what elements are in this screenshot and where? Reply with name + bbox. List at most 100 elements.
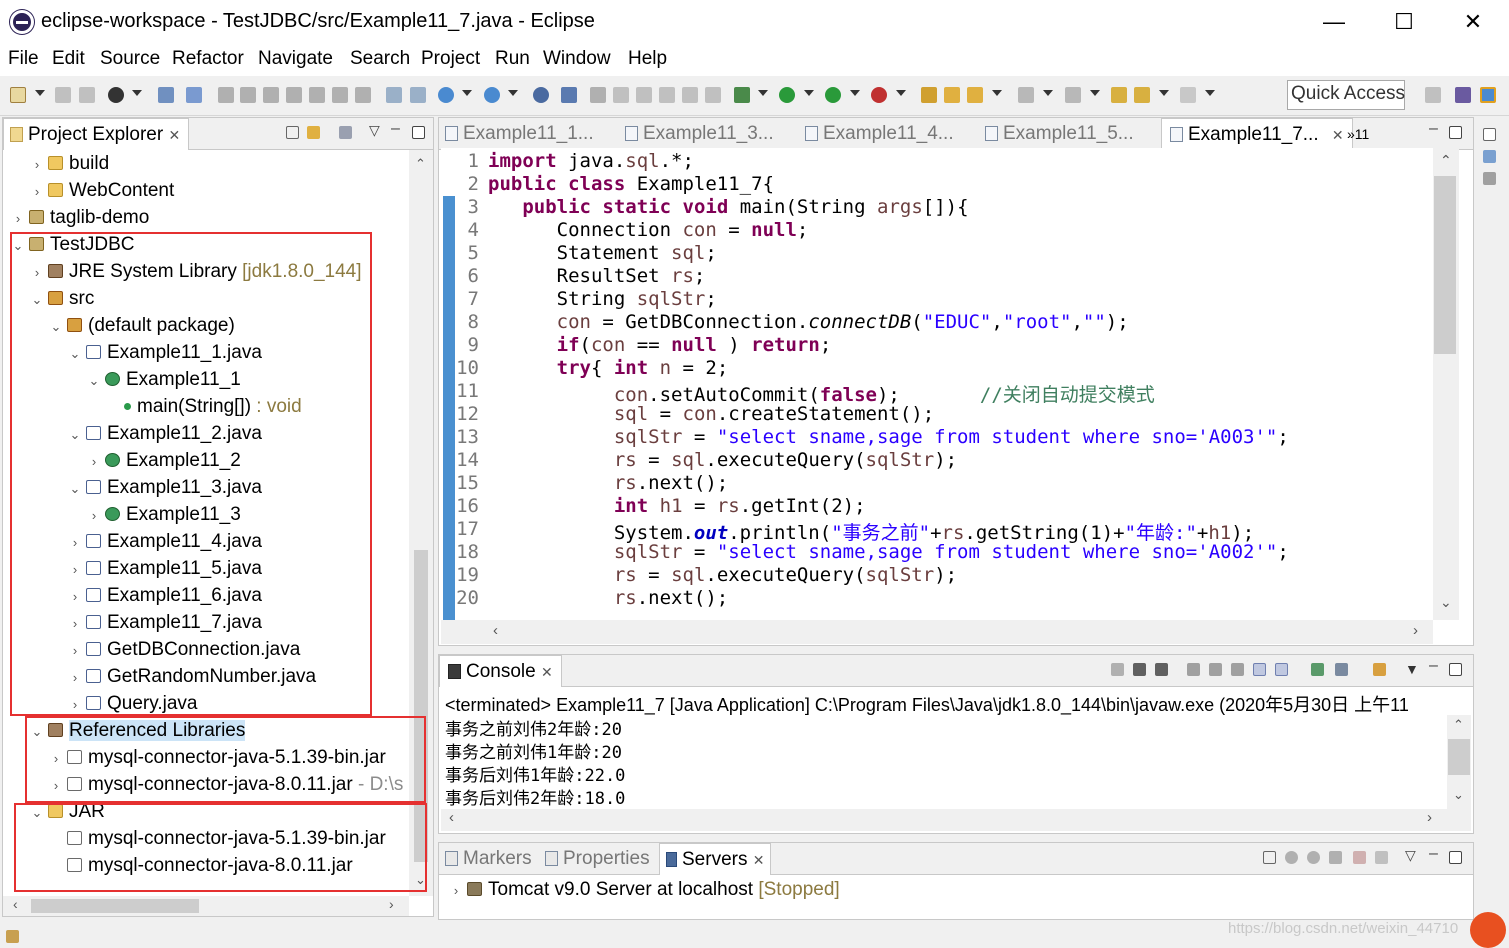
close-button[interactable]: ✕ [1453, 8, 1493, 36]
chevron-left-icon[interactable]: ‹ [493, 622, 498, 639]
code-line[interactable]: public static void main(String args[]){ [488, 196, 968, 218]
start-server-icon[interactable] [1307, 851, 1320, 864]
scroll-thumb[interactable] [31, 899, 199, 913]
editor-vertical-scrollbar[interactable]: ⌃ ⌄ [1433, 148, 1459, 620]
code-line[interactable]: rs.next(); [488, 472, 728, 494]
tree-item[interactable]: › WebContent [30, 177, 174, 204]
drop-to-frame-icon[interactable] [410, 87, 426, 103]
chevron-down-icon[interactable] [992, 90, 1002, 96]
server-row[interactable]: › Tomcat v9.0 Server at localhost [Stoppe… [449, 879, 840, 901]
menu-file[interactable]: File [8, 48, 39, 70]
minimize-button[interactable]: — [1314, 8, 1354, 36]
show-whitespace-icon[interactable] [682, 87, 698, 103]
tree-horizontal-scrollbar[interactable]: ‹ › [3, 896, 409, 916]
save-icon[interactable] [55, 87, 71, 103]
view-menu-icon[interactable]: ▽ [369, 122, 380, 139]
sogou-ime-icon[interactable] [1470, 912, 1506, 948]
tab-example11-5[interactable]: Example11_5... [985, 118, 1134, 150]
minimize-view-icon[interactable]: – [391, 120, 400, 138]
outline-icon[interactable] [1483, 150, 1496, 163]
show-stderr-icon[interactable] [1275, 663, 1288, 676]
chevron-down-icon[interactable] [1159, 90, 1169, 96]
code-line[interactable]: import java.sql.*; [488, 150, 694, 172]
minimize-view-icon[interactable]: – [1429, 120, 1438, 138]
scroll-thumb[interactable] [1448, 739, 1470, 775]
tab-example11-3[interactable]: Example11_3... [625, 118, 774, 150]
chevron-right-icon[interactable]: › [30, 151, 44, 178]
code-line[interactable]: rs = sql.executeQuery(sqlStr); [488, 449, 957, 471]
chevron-left-icon[interactable]: ‹ [13, 896, 18, 912]
display-console-icon[interactable] [1335, 663, 1348, 676]
close-icon[interactable]: ✕ [541, 664, 553, 680]
remove-launch-icon[interactable] [1133, 663, 1146, 676]
chevron-down-icon[interactable] [1205, 90, 1215, 96]
forward-icon[interactable] [1180, 87, 1196, 103]
task-list-icon[interactable] [1483, 172, 1496, 185]
open-folder-icon[interactable] [944, 87, 960, 103]
chevron-down-icon[interactable]: ⌄ [1440, 594, 1452, 611]
tab-servers[interactable]: Servers ✕ [659, 843, 772, 875]
java-perspective-icon[interactable] [1480, 87, 1496, 103]
step-into-icon[interactable] [309, 87, 325, 103]
menu-window[interactable]: Window [543, 48, 611, 70]
tab-properties[interactable]: Properties [545, 843, 650, 875]
code-line[interactable]: int h1 = rs.getInt(2); [488, 495, 866, 517]
maximize-button[interactable]: ☐ [1384, 8, 1424, 36]
chevron-down-icon[interactable]: ⌄ [1453, 787, 1464, 803]
save-all-icon[interactable] [79, 87, 95, 103]
more-tabs-button[interactable]: »11 [1347, 118, 1369, 150]
step-return-icon[interactable] [355, 87, 371, 103]
minimize-view-icon[interactable]: – [1429, 657, 1438, 675]
tab-example11-7[interactable]: Example11_7... ✕ [1161, 118, 1353, 150]
chevron-down-icon[interactable] [804, 90, 814, 96]
remove-all-icon[interactable] [1155, 663, 1168, 676]
terminate-icon[interactable] [263, 87, 279, 103]
chevron-right-icon[interactable]: › [389, 896, 394, 912]
code-line[interactable]: con = GetDBConnection.connectDB("EDUC","… [488, 311, 1129, 333]
menu-navigate[interactable]: Navigate [258, 48, 333, 70]
pin-console-icon[interactable] [1311, 663, 1324, 676]
open-perspective-icon[interactable] [1425, 87, 1441, 103]
view-menu-icon[interactable]: ▼ [1405, 661, 1419, 677]
chevron-down-icon[interactable] [896, 90, 906, 96]
close-icon[interactable]: ✕ [1332, 127, 1344, 143]
tree-item[interactable]: › build [30, 150, 109, 177]
maximize-view-icon[interactable] [412, 126, 425, 139]
external-tools-icon[interactable] [871, 87, 887, 103]
chevron-down-icon[interactable] [1090, 90, 1100, 96]
search-icon[interactable] [561, 87, 577, 103]
maximize-view-icon[interactable] [1449, 126, 1462, 139]
chevron-left-icon[interactable]: ‹ [449, 809, 454, 826]
tree-item[interactable]: › taglib-demo [11, 204, 149, 231]
chevron-down-icon[interactable] [35, 90, 45, 96]
open-task-icon[interactable] [438, 87, 454, 103]
chevron-right-icon[interactable]: › [1427, 809, 1432, 826]
debug-server-icon[interactable] [1285, 851, 1298, 864]
console-horizontal-scrollbar[interactable]: ‹ › [441, 809, 1471, 831]
console-vertical-scrollbar[interactable]: ⌃ ⌄ [1447, 715, 1471, 809]
code-line[interactable]: sql = con.createStatement(); [488, 403, 934, 425]
menu-source[interactable]: Source [100, 48, 160, 70]
chevron-up-icon[interactable]: ⌃ [1440, 152, 1452, 169]
menu-help[interactable]: Help [628, 48, 667, 70]
minimize-view-icon[interactable]: – [1429, 845, 1438, 863]
code-line[interactable]: rs = sql.executeQuery(sqlStr); [488, 564, 957, 586]
chevron-right-icon[interactable]: › [30, 178, 44, 205]
menu-run[interactable]: Run [495, 48, 530, 70]
pin-icon[interactable] [613, 87, 629, 103]
show-stdout-icon[interactable] [1253, 663, 1266, 676]
quick-access-input[interactable]: Quick Access [1287, 80, 1405, 110]
tab-markers[interactable]: Markers [445, 843, 532, 875]
code-editor[interactable]: 1 import java.sql.*; 2 public class Example… [441, 148, 1433, 620]
previous-annotation-icon[interactable] [1065, 87, 1081, 103]
code-line[interactable]: Connection con = null; [488, 219, 809, 241]
open-resource-icon[interactable] [967, 87, 983, 103]
last-edit-icon[interactable] [1111, 87, 1127, 103]
open-console-icon[interactable] [1373, 663, 1386, 676]
maximize-view-icon[interactable] [1449, 851, 1462, 864]
menu-search[interactable]: Search [350, 48, 410, 70]
editor-horizontal-scrollbar[interactable]: ‹ › [441, 620, 1433, 644]
close-icon[interactable]: ✕ [753, 852, 765, 868]
tab-project-explorer[interactable]: Project Explorer ✕ [3, 118, 189, 150]
tab-console[interactable]: Console ✕ [439, 655, 562, 687]
